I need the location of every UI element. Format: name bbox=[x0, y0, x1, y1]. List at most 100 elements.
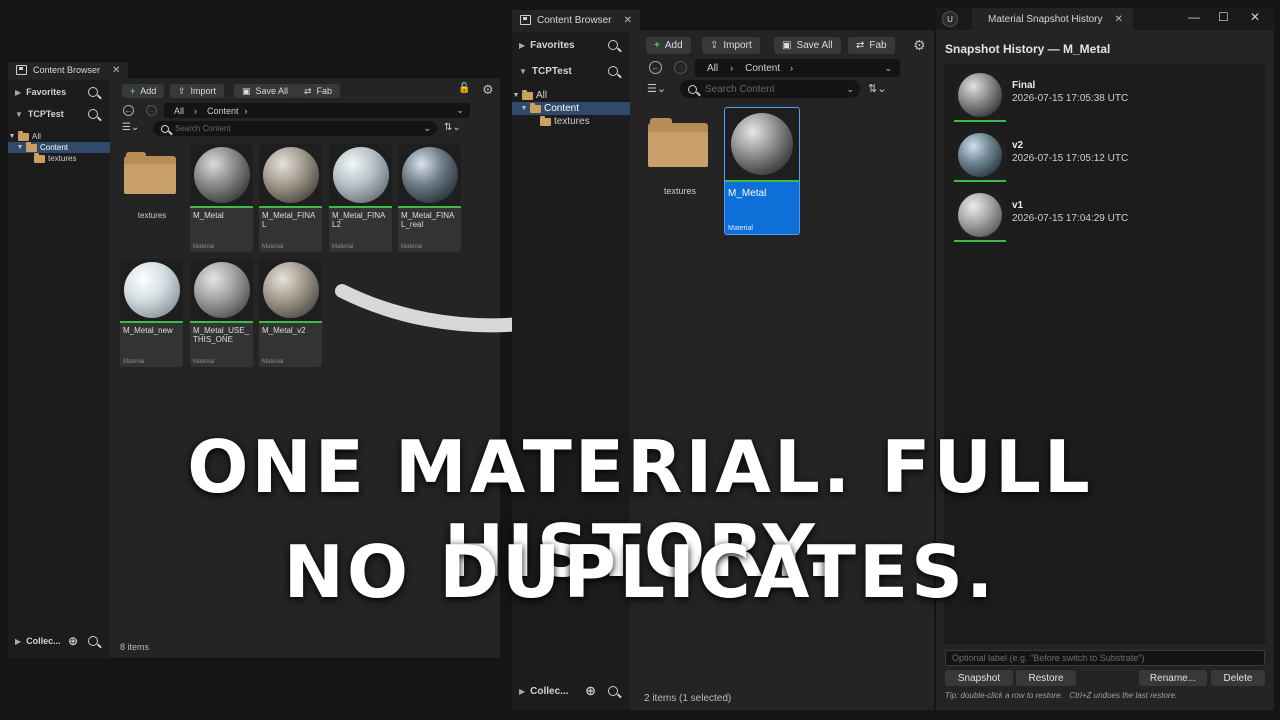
textures-folder-tile[interactable] bbox=[648, 118, 710, 168]
close-icon[interactable]: ✕ bbox=[1115, 14, 1123, 25]
search-icon[interactable] bbox=[608, 66, 618, 76]
snapshot-row[interactable]: v2 2026-07-15 17:05:12 UTC bbox=[954, 130, 1256, 186]
search-icon[interactable] bbox=[88, 636, 98, 646]
project-header[interactable]: ▼ TCPTest bbox=[512, 58, 630, 84]
add-collection-icon[interactable]: ⊕ bbox=[585, 683, 596, 699]
asset-thumbnail bbox=[329, 144, 392, 208]
project-label: TCPTest bbox=[531, 65, 572, 77]
search-input[interactable]: Search Content ⌄ bbox=[680, 80, 860, 98]
chevron-right-icon: › bbox=[730, 63, 734, 73]
snapshot-thumbnail bbox=[954, 70, 1006, 122]
fab-icon: ⇄ bbox=[304, 85, 312, 96]
add-collection-icon[interactable]: ⊕ bbox=[68, 634, 78, 648]
search-icon[interactable] bbox=[608, 40, 618, 50]
expand-caret-icon: ▼ bbox=[8, 133, 16, 140]
m-metal-asset-tile[interactable]: M_Metal Material bbox=[724, 107, 800, 235]
asset-name: M_Metal_v2 bbox=[262, 326, 306, 335]
close-icon[interactable]: ✕ bbox=[112, 65, 120, 76]
tree-item-all[interactable]: ▼ All bbox=[8, 130, 110, 142]
breadcrumb-root[interactable]: All bbox=[174, 106, 184, 116]
asset-tile[interactable]: M_Metal_USE_THIS_ONE Material bbox=[190, 259, 253, 367]
history-heading: Snapshot History — M_Metal bbox=[945, 42, 1111, 56]
delete-button[interactable]: Delete bbox=[1211, 670, 1265, 686]
import-button[interactable]: ⇪ Import bbox=[170, 84, 225, 98]
left-content-browser-tab[interactable]: Content Browser ✕ bbox=[8, 62, 129, 78]
asset-tile[interactable]: M_Metal_v2 Material bbox=[259, 259, 322, 367]
tree-item-content[interactable]: ▼ Content bbox=[8, 141, 110, 153]
tree-label: All bbox=[32, 132, 41, 141]
search-icon[interactable] bbox=[608, 686, 618, 696]
asset-tile[interactable]: M_Metal_FINAL Material bbox=[259, 144, 322, 252]
breadcrumb-root[interactable]: All bbox=[707, 63, 718, 74]
lock-icon[interactable]: 🔓 bbox=[458, 83, 470, 94]
left-tab-strip: Content Browser ✕ bbox=[8, 62, 129, 78]
folder-tile-label: textures bbox=[137, 211, 167, 220]
import-button[interactable]: ⇪ Import bbox=[702, 37, 760, 54]
settings-gear-icon[interactable]: ⚙ bbox=[913, 37, 926, 54]
asset-type: Material bbox=[728, 225, 753, 232]
favorites-header[interactable]: ▶ Favorites bbox=[512, 32, 630, 58]
breadcrumb-folder[interactable]: Content bbox=[745, 63, 780, 74]
close-window-icon[interactable]: ✕ bbox=[1250, 10, 1260, 24]
minimize-icon[interactable]: — bbox=[1188, 10, 1200, 24]
snapshot-button[interactable]: Snapshot bbox=[945, 670, 1013, 686]
collapse-caret-icon: ▶ bbox=[15, 636, 22, 646]
restore-button[interactable]: Restore bbox=[1016, 670, 1076, 686]
filter-icon[interactable]: ☰⌄ bbox=[122, 122, 139, 133]
search-icon[interactable] bbox=[88, 109, 98, 119]
material-sphere bbox=[262, 262, 319, 318]
maximize-icon[interactable]: ☐ bbox=[1218, 10, 1229, 24]
fab-button[interactable]: ⇄ Fab bbox=[848, 37, 895, 54]
tree-item-all[interactable]: ▼ All bbox=[512, 89, 630, 102]
favorites-header[interactable]: ▶ Favorites bbox=[8, 81, 110, 103]
history-title-bar: U Material Snapshot History ✕ — ☐ ✕ bbox=[936, 8, 1274, 30]
asset-tile[interactable]: M_Metal Material bbox=[190, 144, 253, 252]
forward-arrow-icon[interactable]: → bbox=[146, 105, 157, 116]
sort-icon[interactable]: ⇅⌄ bbox=[868, 82, 886, 95]
right-content-browser-tab[interactable]: Content Browser ✕ bbox=[512, 10, 640, 30]
tree-item-textures[interactable]: textures bbox=[8, 152, 110, 164]
add-button[interactable]: + Add bbox=[646, 37, 691, 54]
project-header[interactable]: ▼ TCPTest bbox=[8, 103, 110, 125]
content-browser-icon bbox=[520, 15, 531, 25]
close-icon[interactable]: ✕ bbox=[623, 15, 631, 26]
history-tab[interactable]: Material Snapshot History ✕ bbox=[972, 8, 1133, 30]
forward-arrow-icon[interactable]: → bbox=[674, 61, 687, 74]
fab-button[interactable]: ⇄ Fab bbox=[296, 84, 341, 98]
asset-name: M_Metal_FINAL2 bbox=[332, 211, 386, 229]
breadcrumb-folder[interactable]: Content bbox=[207, 106, 239, 116]
search-input[interactable]: Search Content ⌄ bbox=[153, 121, 437, 136]
import-label: Import bbox=[723, 40, 752, 51]
collections-header[interactable]: ▶ Collec... ⊕ bbox=[8, 630, 110, 652]
snapshot-info: v1 2026-07-15 17:04:29 UTC bbox=[1012, 190, 1128, 224]
snapshot-row[interactable]: v1 2026-07-15 17:04:29 UTC bbox=[954, 190, 1256, 246]
tab-title: Material Snapshot History bbox=[988, 13, 1103, 25]
tree-item-content[interactable]: ▼ Content bbox=[512, 102, 630, 115]
asset-thumbnail bbox=[190, 259, 253, 323]
fab-label: Fab bbox=[316, 86, 333, 96]
save-all-button[interactable]: ▣ Save All bbox=[234, 84, 297, 98]
snapshot-row[interactable]: Final 2026-07-15 17:05:38 UTC bbox=[954, 70, 1256, 126]
back-arrow-icon[interactable]: ← bbox=[123, 105, 134, 116]
filter-icon[interactable]: ☰⌄ bbox=[647, 82, 666, 95]
search-icon[interactable] bbox=[88, 87, 98, 97]
path-breadcrumb[interactable]: All › Content › ⌄ bbox=[164, 103, 470, 118]
sort-icon[interactable]: ⇅⌄ bbox=[444, 122, 461, 133]
add-button[interactable]: + Add bbox=[122, 84, 165, 98]
save-icon: ▣ bbox=[782, 40, 792, 51]
tree-item-textures[interactable]: textures bbox=[512, 115, 630, 128]
collections-header[interactable]: ▶ Collec... ⊕ bbox=[512, 680, 630, 702]
save-all-button[interactable]: ▣ Save All bbox=[774, 37, 841, 54]
textures-folder-tile[interactable] bbox=[124, 152, 178, 196]
rename-button[interactable]: Rename... bbox=[1139, 670, 1207, 686]
back-arrow-icon[interactable]: ← bbox=[649, 61, 662, 74]
chevron-down-icon[interactable]: ⌄ bbox=[456, 105, 464, 116]
settings-gear-icon[interactable]: ⚙ bbox=[482, 82, 494, 98]
asset-tile[interactable]: M_Metal_new Material bbox=[120, 259, 183, 367]
chevron-down-icon[interactable]: ⌄ bbox=[884, 63, 892, 74]
path-breadcrumb[interactable]: All › Content › ⌄ bbox=[695, 59, 900, 77]
material-sphere bbox=[193, 262, 250, 318]
snapshot-time: 2026-07-15 17:05:12 UTC bbox=[1012, 153, 1129, 164]
material-sphere bbox=[193, 147, 250, 203]
snapshot-label-input[interactable]: Optional label (e.g. "Before switch to S… bbox=[945, 650, 1265, 666]
